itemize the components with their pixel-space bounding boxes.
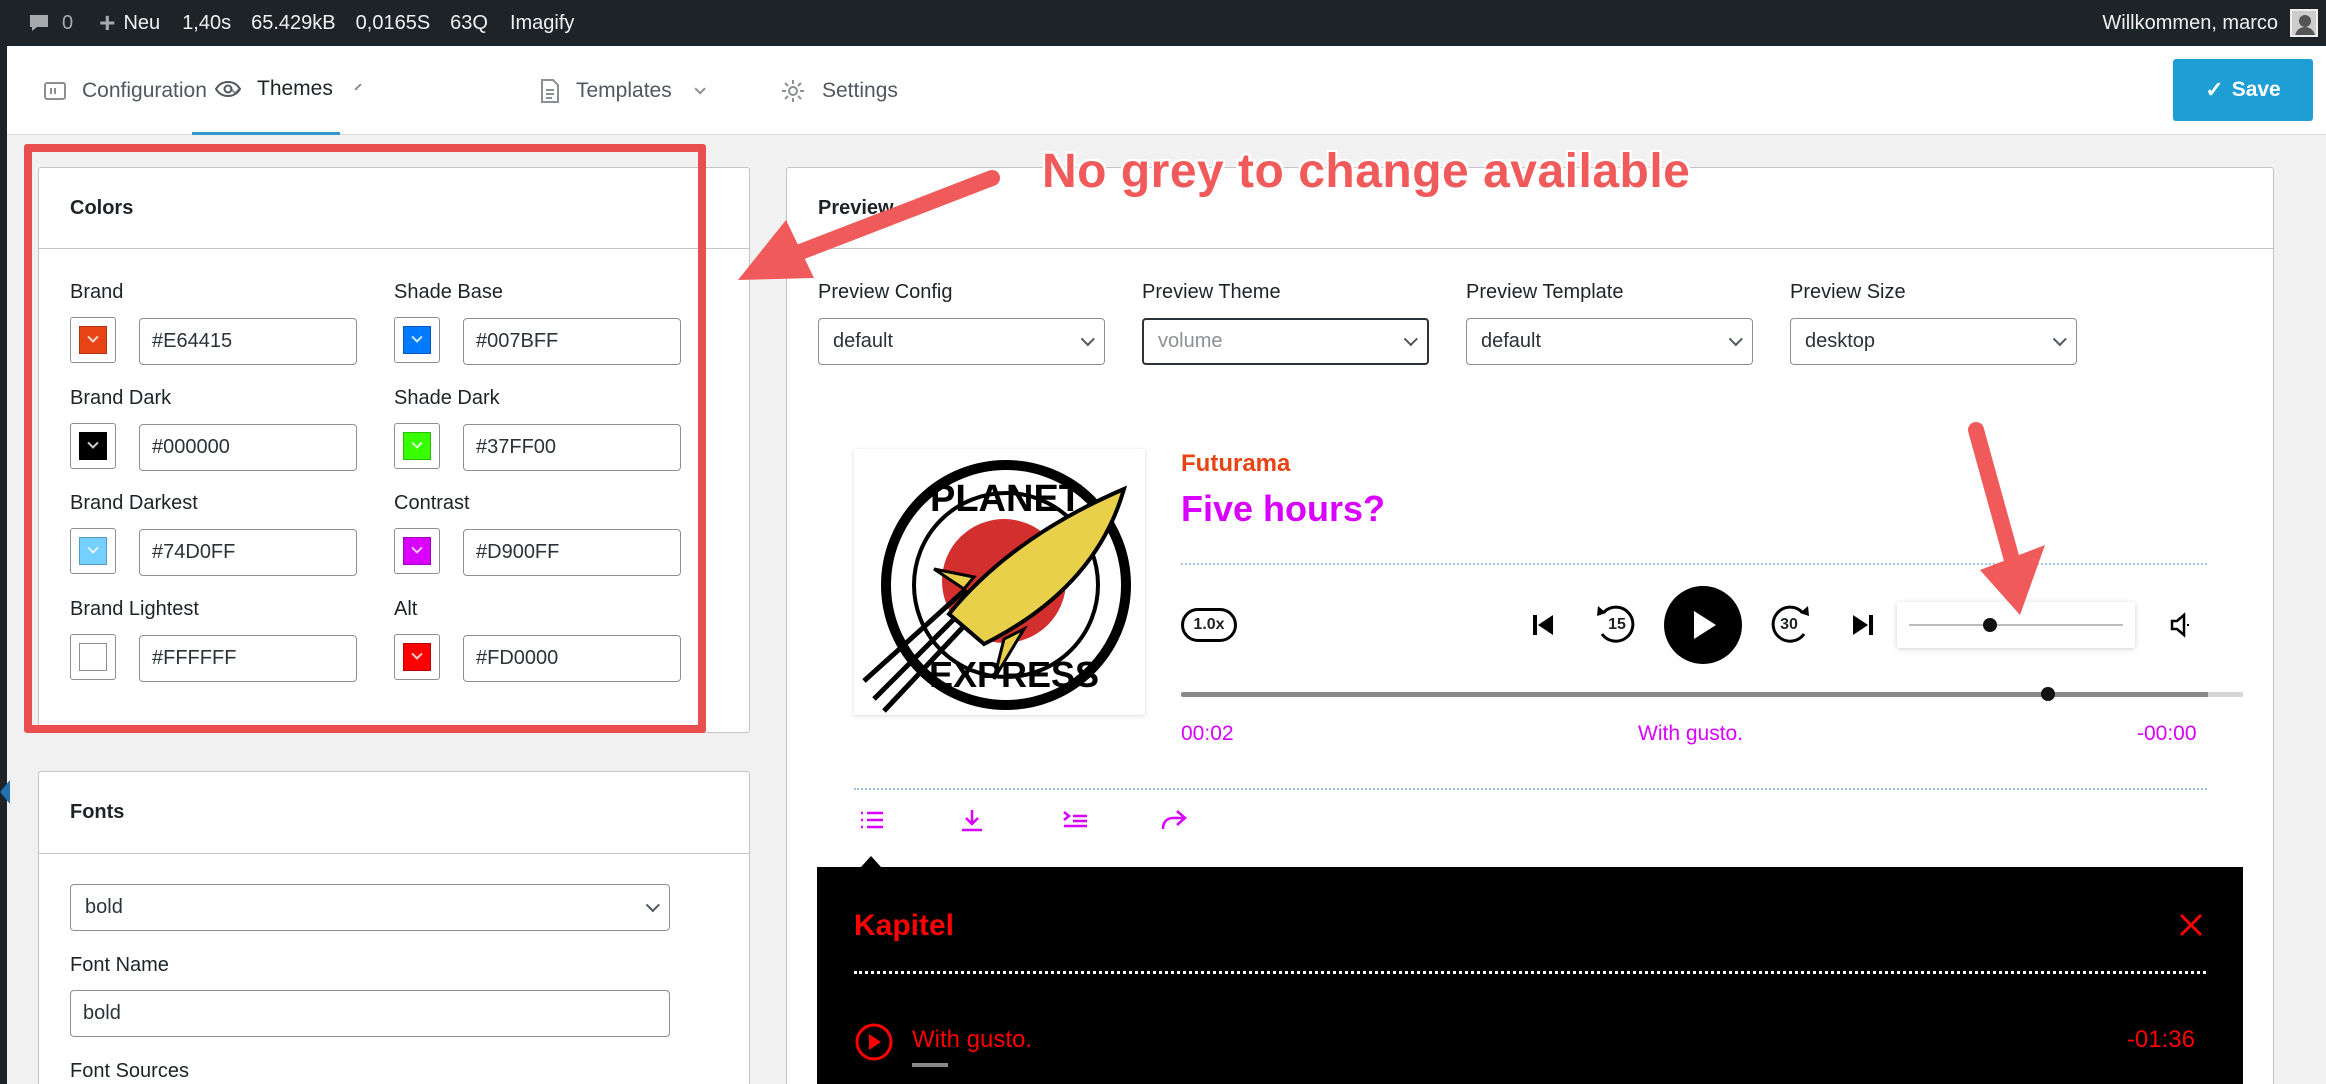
save-button[interactable]: ✓ Save <box>2173 59 2313 121</box>
playback-speed-button[interactable]: 1.0x <box>1181 608 1237 642</box>
chapters-title: Kapitel <box>854 909 955 942</box>
comments-count: 0 <box>62 11 74 34</box>
playlist-icon[interactable] <box>1061 808 1089 832</box>
episode-title: Five hours? <box>1181 488 1386 529</box>
chevron-down-icon <box>1080 331 1095 346</box>
volume-icon[interactable] <box>2170 612 2196 638</box>
rewind-button[interactable]: 15 <box>1594 604 1640 648</box>
admin-bar: 0 + Neu 1,40s 65.429kB 0,0165S 63Q Imagi… <box>0 0 2326 46</box>
comments-link[interactable]: 0 <box>0 0 84 46</box>
stat-queries: 63Q <box>450 11 488 34</box>
tab-label: Themes <box>257 77 333 100</box>
chevron-down-icon <box>694 82 706 95</box>
avatar[interactable] <box>2290 9 2318 37</box>
show-title: Futurama <box>1181 450 1291 477</box>
annotation-text: No grey to change available <box>1042 145 1691 198</box>
progress-bar[interactable] <box>1181 692 2243 697</box>
tab-label: Settings <box>822 78 898 102</box>
active-tab-pointer <box>861 856 881 867</box>
chevron-down-icon <box>1728 331 1743 346</box>
preview-theme-label: Preview Theme <box>1142 281 1281 303</box>
play-button[interactable] <box>1664 586 1742 664</box>
tab-themes[interactable]: Themes <box>192 46 362 135</box>
tab-settings[interactable]: Settings <box>780 46 898 135</box>
comment-icon <box>30 15 48 31</box>
forward-seconds: 30 <box>1780 616 1798 633</box>
chevron-down-icon <box>645 897 660 912</box>
new-label: Neu <box>123 11 161 34</box>
tab-label: Configuration <box>82 78 207 102</box>
stat-query-time: 0,0165S <box>355 11 431 34</box>
time-elapsed: 00:02 <box>1181 722 1234 745</box>
skip-previous-icon[interactable] <box>1532 613 1554 637</box>
progress-handle[interactable] <box>2040 687 2055 701</box>
preview-config-select[interactable]: default <box>818 318 1105 365</box>
fonts-panel-title: Fonts <box>39 772 749 854</box>
time-remaining: -00:00 <box>2137 722 2197 745</box>
font-name-label: Font Name <box>70 954 169 976</box>
chevron-down-icon <box>1403 331 1418 346</box>
tab-templates[interactable]: Templates <box>540 46 706 135</box>
save-label: Save <box>2231 78 2281 101</box>
chapters-list-icon[interactable] <box>859 808 885 832</box>
divider <box>854 788 2207 790</box>
stat-memory: 65.429kB <box>251 11 336 34</box>
chapter-play-icon[interactable] <box>854 1022 894 1062</box>
chevron-down-icon <box>2052 331 2067 346</box>
chapter-progress <box>912 1063 948 1067</box>
preview-template-label: Preview Template <box>1466 281 1624 303</box>
close-icon[interactable] <box>2179 913 2203 937</box>
preview-size-value: desktop <box>1805 330 1876 352</box>
chevron-down-icon <box>354 83 362 91</box>
configuration-icon <box>44 81 66 100</box>
share-icon[interactable] <box>1159 808 1187 832</box>
font-weight-value: bold <box>85 896 123 918</box>
rewind-seconds: 15 <box>1608 616 1626 633</box>
annotation-highlight-box <box>24 144 706 733</box>
skip-next-icon[interactable] <box>1852 613 1874 637</box>
check-icon: ✓ <box>2205 77 2224 102</box>
preview-template-select[interactable]: default <box>1466 318 1753 365</box>
preview-template-value: default <box>1481 330 1542 352</box>
chapters-panel: Kapitel With gusto. -01:36 <box>817 867 2243 1084</box>
plus-icon: + <box>99 7 116 38</box>
volume-track[interactable] <box>1909 624 2123 626</box>
imagify-menu[interactable]: Imagify <box>499 0 585 46</box>
episode-cover: PLANET EXPRESS <box>854 449 1145 715</box>
annotation-arrow-down <box>1968 422 2045 615</box>
imagify-label: Imagify <box>509 11 575 34</box>
stat-time: 1,40s <box>182 11 232 34</box>
planet-express-logo: PLANET EXPRESS <box>862 460 1131 713</box>
query-monitor-stats[interactable]: 1,40s 65.429kB 0,0165S 63Q <box>171 0 499 46</box>
cover-text-bottom: EXPRESS <box>929 654 1099 695</box>
preview-theme-value: volume <box>1158 330 1223 352</box>
welcome-text[interactable]: Willkommen, marco <box>2102 12 2278 35</box>
new-content-link[interactable]: + Neu <box>88 0 171 46</box>
gear-icon <box>782 79 804 102</box>
preview-size-select[interactable]: desktop <box>1790 318 2077 365</box>
admin-menu-edge <box>0 46 7 1084</box>
preview-theme-select[interactable]: volume <box>1142 318 1429 365</box>
forward-button[interactable]: 30 <box>1766 604 1812 648</box>
settings-navigation: Configuration Themes Templates Settings … <box>7 46 2326 135</box>
font-name-input[interactable]: bold <box>70 990 670 1037</box>
chapter-title[interactable]: With gusto. <box>912 1026 1032 1054</box>
divider <box>854 971 2206 974</box>
tab-label: Templates <box>576 78 672 102</box>
font-weight-select[interactable]: bold <box>70 884 670 931</box>
font-sources-label: Font Sources <box>70 1060 189 1082</box>
volume-handle[interactable] <box>1983 618 1998 632</box>
preview-config-value: default <box>833 330 894 352</box>
eye-icon <box>215 80 241 98</box>
collapse-arrow-icon[interactable] <box>0 780 10 804</box>
cover-text-top: PLANET <box>930 478 1082 520</box>
preview-size-label: Preview Size <box>1790 281 1906 303</box>
annotation-arrow-left <box>738 170 1000 280</box>
play-icon <box>1694 611 1716 639</box>
download-icon[interactable] <box>959 808 985 834</box>
current-chapter-label: With gusto. <box>1638 722 1744 745</box>
chapter-time: -01:36 <box>2126 1026 2195 1053</box>
document-icon <box>541 78 559 103</box>
